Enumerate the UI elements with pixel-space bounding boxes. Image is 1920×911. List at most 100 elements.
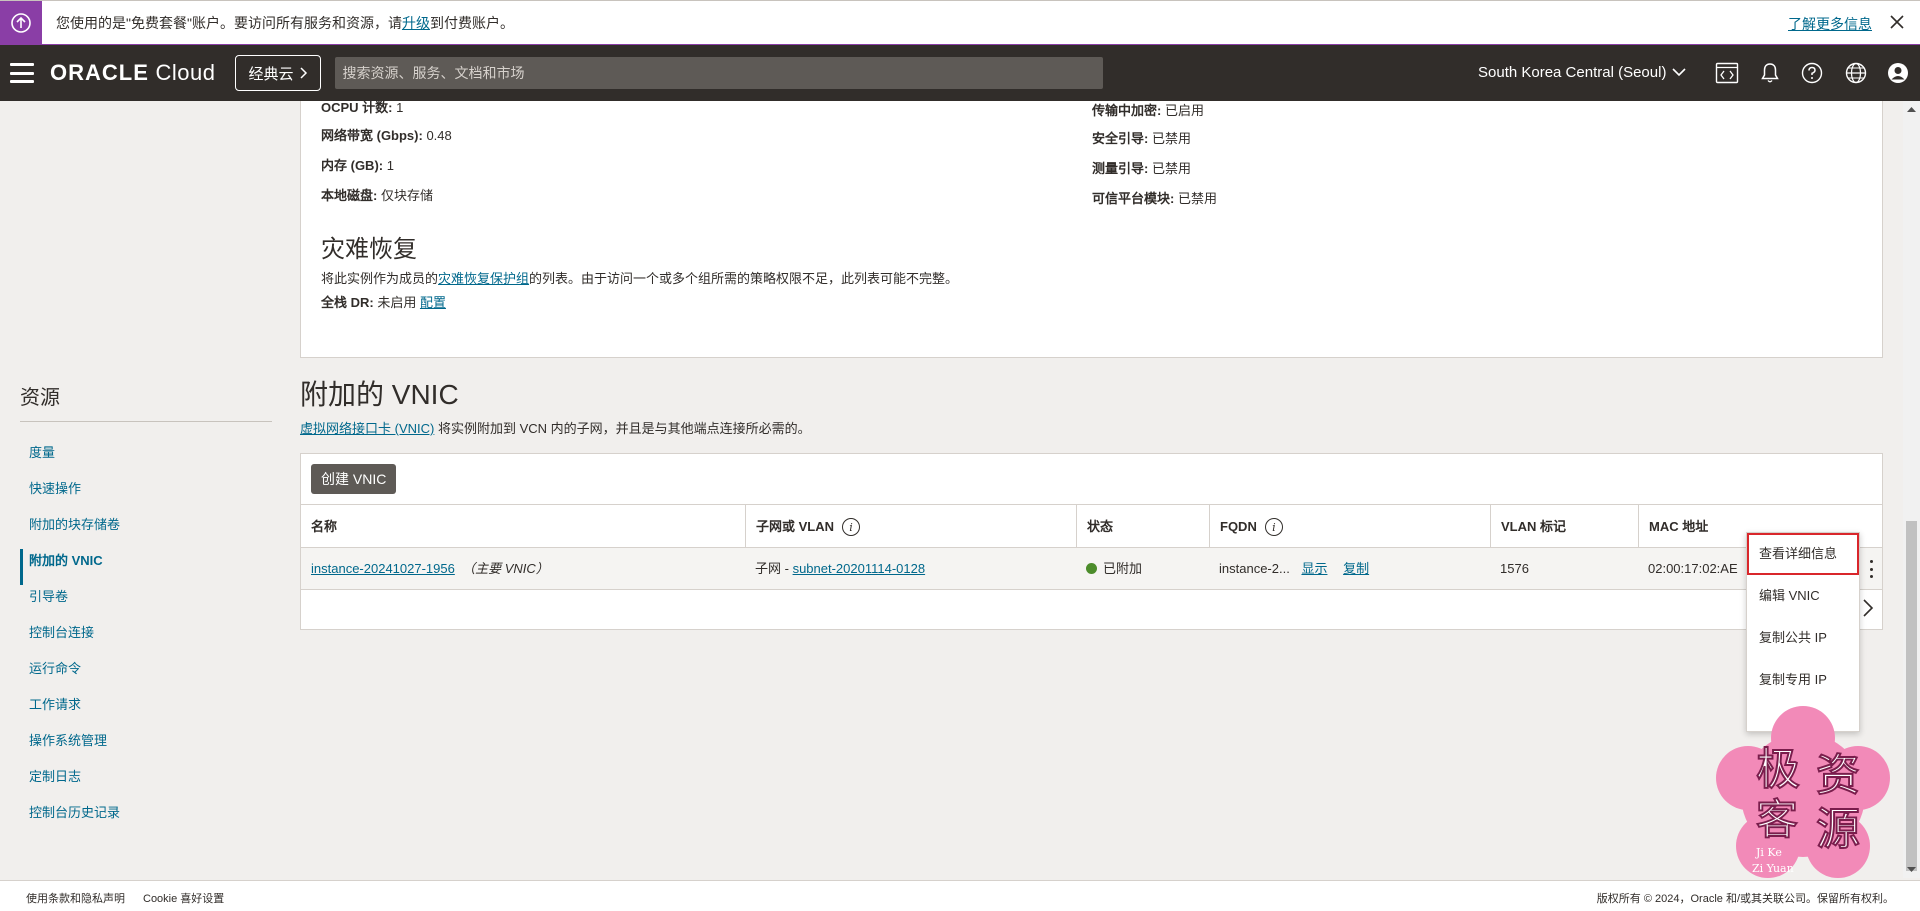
fqdn-value: instance-2... (1219, 561, 1290, 576)
measured-boot: 测量引导: 已禁用 (1092, 158, 1191, 177)
status-dot-icon (1086, 563, 1097, 574)
scroll-thumb[interactable] (1906, 521, 1917, 871)
resource-nav-item[interactable]: 运行命令 (20, 657, 272, 693)
hamburger-menu-icon[interactable] (10, 63, 34, 83)
table-row: instance-20241027-1956 （主要 VNIC） 子网 - su… (301, 548, 1882, 590)
user-avatar-icon[interactable] (1886, 61, 1910, 85)
pagination-next-icon[interactable] (1862, 598, 1874, 621)
page-scrollbar[interactable] (1903, 101, 1920, 878)
fqdn-copy-link[interactable]: 复制 (1343, 561, 1369, 576)
primary-vnic-tag: （主要 VNIC） (462, 561, 549, 576)
copy-private-ip-menu-item[interactable]: 复制专用 IP (1747, 659, 1859, 701)
secure-boot-key: 安全引导: (1092, 131, 1149, 146)
classic-cloud-button[interactable]: 经典云 (235, 55, 321, 91)
col-fqdn[interactable]: FQDN i (1209, 505, 1490, 549)
resource-nav-item[interactable]: 度量 (20, 441, 272, 477)
col-subnet-vlan[interactable]: 子网或 VLAN i (745, 505, 1076, 549)
globe-icon[interactable] (1844, 61, 1868, 85)
create-vnic-button[interactable]: 创建 VNIC (311, 464, 397, 494)
banner-message: 您使用的是"免费套餐"账户。要访问所有服务和资源，请升级到付费账户。 (56, 13, 514, 33)
in-transit-value: 已启用 (1161, 103, 1204, 118)
col-vlan-tag-label: VLAN 标记 (1501, 519, 1567, 534)
dr-text-prefix: 将此实例作为成员的 (321, 271, 439, 286)
local-disk: 本地磁盘: 仅块存储 (321, 185, 433, 204)
local-disk-value: 仅块存储 (377, 188, 433, 203)
resources-list: 度量 快速操作 附加的块存储卷 附加的 VNIC 引导卷 控制台连接 运行命令 工作请求 操作系… (20, 441, 272, 837)
info-icon[interactable]: i (842, 518, 861, 536)
resource-nav-item[interactable]: 快速操作 (20, 477, 272, 513)
help-icon[interactable] (1800, 61, 1824, 85)
full-stack-dr-value: 未启用 (373, 295, 420, 310)
col-name[interactable]: 名称 (301, 505, 745, 549)
resource-nav-item[interactable]: 控制台历史记录 (20, 801, 272, 837)
col-vlan-tag[interactable]: VLAN 标记 (1490, 505, 1638, 549)
learn-more-link[interactable]: 了解更多信息 (1788, 14, 1872, 34)
bell-icon[interactable] (1758, 61, 1782, 85)
col-status[interactable]: 状态 (1076, 505, 1209, 549)
watermark-latin-1: Ji Ke (1755, 846, 1782, 859)
watermark-char-1: 极 (1756, 744, 1800, 795)
in-transit-key: 传输中加密: (1092, 103, 1162, 118)
view-details-menu-item[interactable]: 查看详细信息 (1747, 533, 1859, 575)
brand-light: Cloud (148, 60, 216, 85)
scroll-up-arrow-icon[interactable] (1903, 103, 1920, 117)
close-icon[interactable] (1888, 13, 1906, 34)
cell-vlan-tag: 1576 (1500, 561, 1529, 576)
upgrade-link[interactable]: 升级 (402, 15, 430, 31)
attached-vnic-title: 附加的 VNIC (300, 379, 459, 410)
dr-protection-group-link[interactable]: 灾难恢复保护组 (438, 271, 529, 286)
copyright-text: 版权所有 © 2024，Oracle 和/或其关联公司。保留所有权利。 (1596, 893, 1894, 905)
network-bandwidth: 网络带宽 (Gbps): 0.48 (321, 125, 452, 144)
resource-nav-item[interactable]: 工作请求 (20, 693, 272, 729)
code-editor-icon[interactable] (1715, 61, 1739, 85)
resource-nav-item[interactable]: 定制日志 (20, 765, 272, 801)
resource-nav-item[interactable]: 操作系统管理 (20, 729, 272, 765)
col-status-label: 状态 (1087, 519, 1114, 534)
jike-ziyuan-watermark-logo: 极 资 客 源 Ji Ke Zi Yuan (1708, 706, 1898, 884)
vnic-doc-link[interactable]: 虚拟网络接口卡 (VNIC) (300, 421, 434, 436)
secure-boot: 安全引导: 已禁用 (1092, 128, 1191, 147)
vnic-name-link[interactable]: instance-20241027-1956 (311, 561, 455, 576)
fqdn-show-link[interactable]: 显示 (1301, 561, 1327, 576)
terms-privacy-link[interactable]: 使用条款和隐私声明 (26, 890, 125, 906)
search-input[interactable]: 搜索资源、服务、文档和市场 (334, 57, 1103, 89)
watermark-char-2: 资 (1816, 750, 1860, 801)
bandwidth-value: 0.48 (422, 128, 452, 143)
copy-public-ip-menu-item[interactable]: 复制公共 IP (1747, 617, 1859, 659)
dr-text-suffix: 的列表。由于访问一个或多个组所需的策略权限不足，此列表可能不完整。 (529, 271, 959, 286)
subnet-link[interactable]: subnet-20201114-0128 (793, 561, 926, 576)
memory: 内存 (GB): 1 (321, 155, 394, 174)
tpm-value: 已禁用 (1174, 191, 1217, 206)
resource-nav-item[interactable]: 附加的块存储卷 (20, 513, 272, 549)
secure-boot-value: 已禁用 (1148, 131, 1191, 146)
cell-status: 已附加 (1076, 548, 1209, 590)
resource-nav-item[interactable]: 引导卷 (20, 585, 272, 621)
banner-text-prefix: 您使用的是"免费套餐"账户。要访问所有服务和资源，请 (56, 14, 402, 31)
col-fqdn-label: FQDN (1220, 519, 1257, 534)
resources-title: 资源 (20, 387, 60, 409)
row-actions-kebab-icon[interactable] (1868, 560, 1874, 578)
full-stack-dr: 全栈 DR: 未启用 配置 (321, 292, 446, 311)
info-icon[interactable]: i (1264, 518, 1283, 536)
vnic-description: 虚拟网络接口卡 (VNIC) 将实例附加到 VCN 内的子网，并且是与其他端点连… (300, 418, 811, 437)
table-header: 名称 子网或 VLAN i 状态 FQDN i VLAN 标记 MAC 地址 (301, 504, 1882, 549)
oracle-cloud-logo[interactable]: ORACLE Cloud (50, 60, 215, 86)
resource-nav-item[interactable]: 附加的 VNIC (20, 549, 272, 585)
vnic-table-panel: 创建 VNIC 名称 子网或 VLAN i 状态 FQDN i VLAN 标记 MA… (300, 453, 1883, 630)
resources-divider (20, 421, 272, 422)
region-selector[interactable]: South Korea Central (Seoul) (1478, 64, 1687, 81)
memory-value: 1 (383, 158, 394, 173)
scroll-down-arrow-icon[interactable] (1903, 862, 1920, 876)
region-label: South Korea Central (Seoul) (1478, 64, 1667, 81)
configure-link[interactable]: 配置 (420, 295, 446, 310)
measured-boot-key: 测量引导: (1092, 161, 1149, 176)
disaster-recovery-title: 灾难恢复 (321, 236, 417, 263)
resource-nav-item[interactable]: 控制台连接 (20, 621, 272, 657)
edit-vnic-menu-item[interactable]: 编辑 VNIC (1747, 575, 1859, 617)
cookie-preferences-link[interactable]: Cookie 喜好设置 (143, 890, 224, 906)
full-stack-dr-key: 全栈 DR: (321, 295, 374, 310)
col-subnet-label: 子网或 VLAN (756, 519, 835, 534)
watermark-latin-2: Zi Yuan (1752, 862, 1794, 875)
page-footer: 使用条款和隐私声明 Cookie 喜好设置 版权所有 © 2024，Oracle… (0, 880, 1920, 911)
instance-details-panel: OCPU 计数: 1 网络带宽 (Gbps): 0.48 内存 (GB): 1 … (300, 100, 1883, 358)
